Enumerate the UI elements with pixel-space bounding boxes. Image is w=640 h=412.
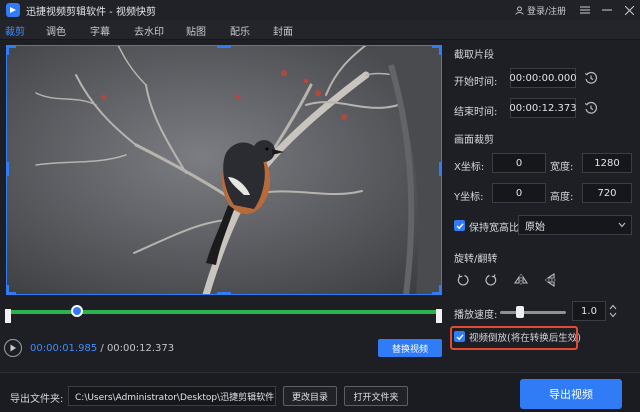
trim-end-handle[interactable] xyxy=(436,309,442,323)
close-button[interactable] xyxy=(618,0,640,20)
height-input[interactable]: 720 xyxy=(582,183,632,203)
total-time: 00:00:12.373 xyxy=(106,343,175,354)
crop-handle-top[interactable] xyxy=(217,45,231,48)
tab-music[interactable]: 配乐 xyxy=(230,23,250,38)
end-time-label: 结束时间: xyxy=(454,107,498,118)
checkmark-icon xyxy=(456,222,464,229)
width-label: 宽度: xyxy=(550,162,574,173)
x-coord-label: X坐标: xyxy=(454,162,485,173)
minimize-button[interactable] xyxy=(596,0,618,20)
playhead-knob[interactable] xyxy=(71,305,84,317)
crop-handle-top-right-v[interactable] xyxy=(439,45,442,55)
crop-handle-right[interactable] xyxy=(439,162,442,176)
login-label: 登录/注册 xyxy=(526,6,566,17)
crop-handle-bottom-right-v[interactable] xyxy=(439,285,442,295)
speed-slider-knob[interactable] xyxy=(515,306,524,318)
timecode: 00:00:01.985 / 00:00:12.373 xyxy=(30,343,174,354)
speed-slider[interactable] xyxy=(500,311,566,314)
edit-tabs: 裁剪 调色 字幕 去水印 贴图 配乐 封面 xyxy=(0,20,640,40)
tab-sticker[interactable]: 贴图 xyxy=(186,23,206,38)
minimize-icon xyxy=(602,9,612,11)
y-coord-input[interactable]: 0 xyxy=(492,183,546,203)
speed-label: 播放速度: xyxy=(454,310,498,321)
start-time-input[interactable]: 00:00:00.000 xyxy=(509,68,577,88)
tab-crop[interactable]: 裁剪 xyxy=(5,23,25,38)
x-coord-input[interactable]: 0 xyxy=(492,153,546,173)
chevron-down-icon xyxy=(618,222,626,228)
trim-start-handle[interactable] xyxy=(5,309,11,323)
menu-button[interactable] xyxy=(574,0,596,20)
speed-input[interactable]: 1.0 xyxy=(572,301,606,321)
chevron-down-icon xyxy=(609,312,617,318)
export-video-button[interactable]: 导出视频 xyxy=(520,379,622,409)
rotate-section-title: 旋转/翻转 xyxy=(454,254,498,265)
reset-end-time-icon[interactable] xyxy=(584,101,598,115)
aspect-ratio-value: 原始 xyxy=(525,221,545,233)
export-path-input[interactable]: C:\Users\Administrator\Desktop\迅捷剪辑软件 xyxy=(68,386,276,406)
crop-handle-top-left-v[interactable] xyxy=(6,45,9,55)
window-title: 迅捷视频剪辑软件 - 视频快剪 xyxy=(26,6,156,18)
menu-icon xyxy=(580,6,590,14)
reverse-highlight-box xyxy=(450,326,578,350)
settings-panel: 截取片段 开始时间: 00:00:00.000 结束时间: 00:00:12.3… xyxy=(446,40,640,370)
current-time: 00:00:01.985 xyxy=(30,343,98,354)
start-time-label: 开始时间: xyxy=(454,77,498,88)
crop-handle-bottom-left-v[interactable] xyxy=(6,285,9,295)
rotate-left-icon[interactable] xyxy=(456,273,470,287)
speed-stepper[interactable] xyxy=(608,301,618,321)
crop-handle-left[interactable] xyxy=(6,162,9,176)
flip-horizontal-icon[interactable] xyxy=(514,273,528,287)
title-bar: 迅捷视频剪辑软件 - 视频快剪 登录/注册 xyxy=(0,0,640,20)
crop-handle-bottom[interactable] xyxy=(217,292,231,295)
keep-ratio-label: 保持宽高比 xyxy=(469,223,519,234)
time-separator: / xyxy=(100,343,104,354)
login-link[interactable]: 登录/注册 xyxy=(515,4,566,17)
y-coord-label: Y坐标: xyxy=(454,192,484,203)
play-icon xyxy=(10,344,16,352)
tab-watermark[interactable]: 去水印 xyxy=(134,23,164,38)
app-logo-icon xyxy=(6,3,20,17)
chevron-up-icon xyxy=(609,304,617,310)
flip-vertical-icon[interactable] xyxy=(544,273,558,287)
height-label: 高度: xyxy=(550,192,574,203)
tab-subtitle[interactable]: 字幕 xyxy=(90,23,110,38)
clip-section-title: 截取片段 xyxy=(454,50,494,61)
aspect-ratio-select[interactable]: 原始 xyxy=(518,215,632,235)
user-icon xyxy=(515,5,524,15)
bottom-bar: 导出文件夹: C:\Users\Administrator\Desktop\迅捷… xyxy=(0,372,640,412)
rotate-right-icon[interactable] xyxy=(484,273,498,287)
width-input[interactable]: 1280 xyxy=(582,153,632,173)
end-time-input[interactable]: 00:00:12.373 xyxy=(509,98,577,118)
crop-section-title: 画面裁剪 xyxy=(454,135,494,146)
tab-color[interactable]: 调色 xyxy=(46,23,66,38)
keep-ratio-checkbox[interactable] xyxy=(454,220,465,231)
replace-video-button[interactable]: 替换视频 xyxy=(378,339,442,357)
tab-cover[interactable]: 封面 xyxy=(273,23,293,38)
crop-frame[interactable] xyxy=(6,45,442,295)
open-folder-button[interactable]: 打开文件夹 xyxy=(344,386,408,406)
reset-start-time-icon[interactable] xyxy=(584,71,598,85)
play-button[interactable] xyxy=(4,339,22,357)
export-folder-label: 导出文件夹: xyxy=(10,394,64,405)
close-icon xyxy=(624,5,634,15)
change-directory-button[interactable]: 更改目录 xyxy=(283,386,337,406)
